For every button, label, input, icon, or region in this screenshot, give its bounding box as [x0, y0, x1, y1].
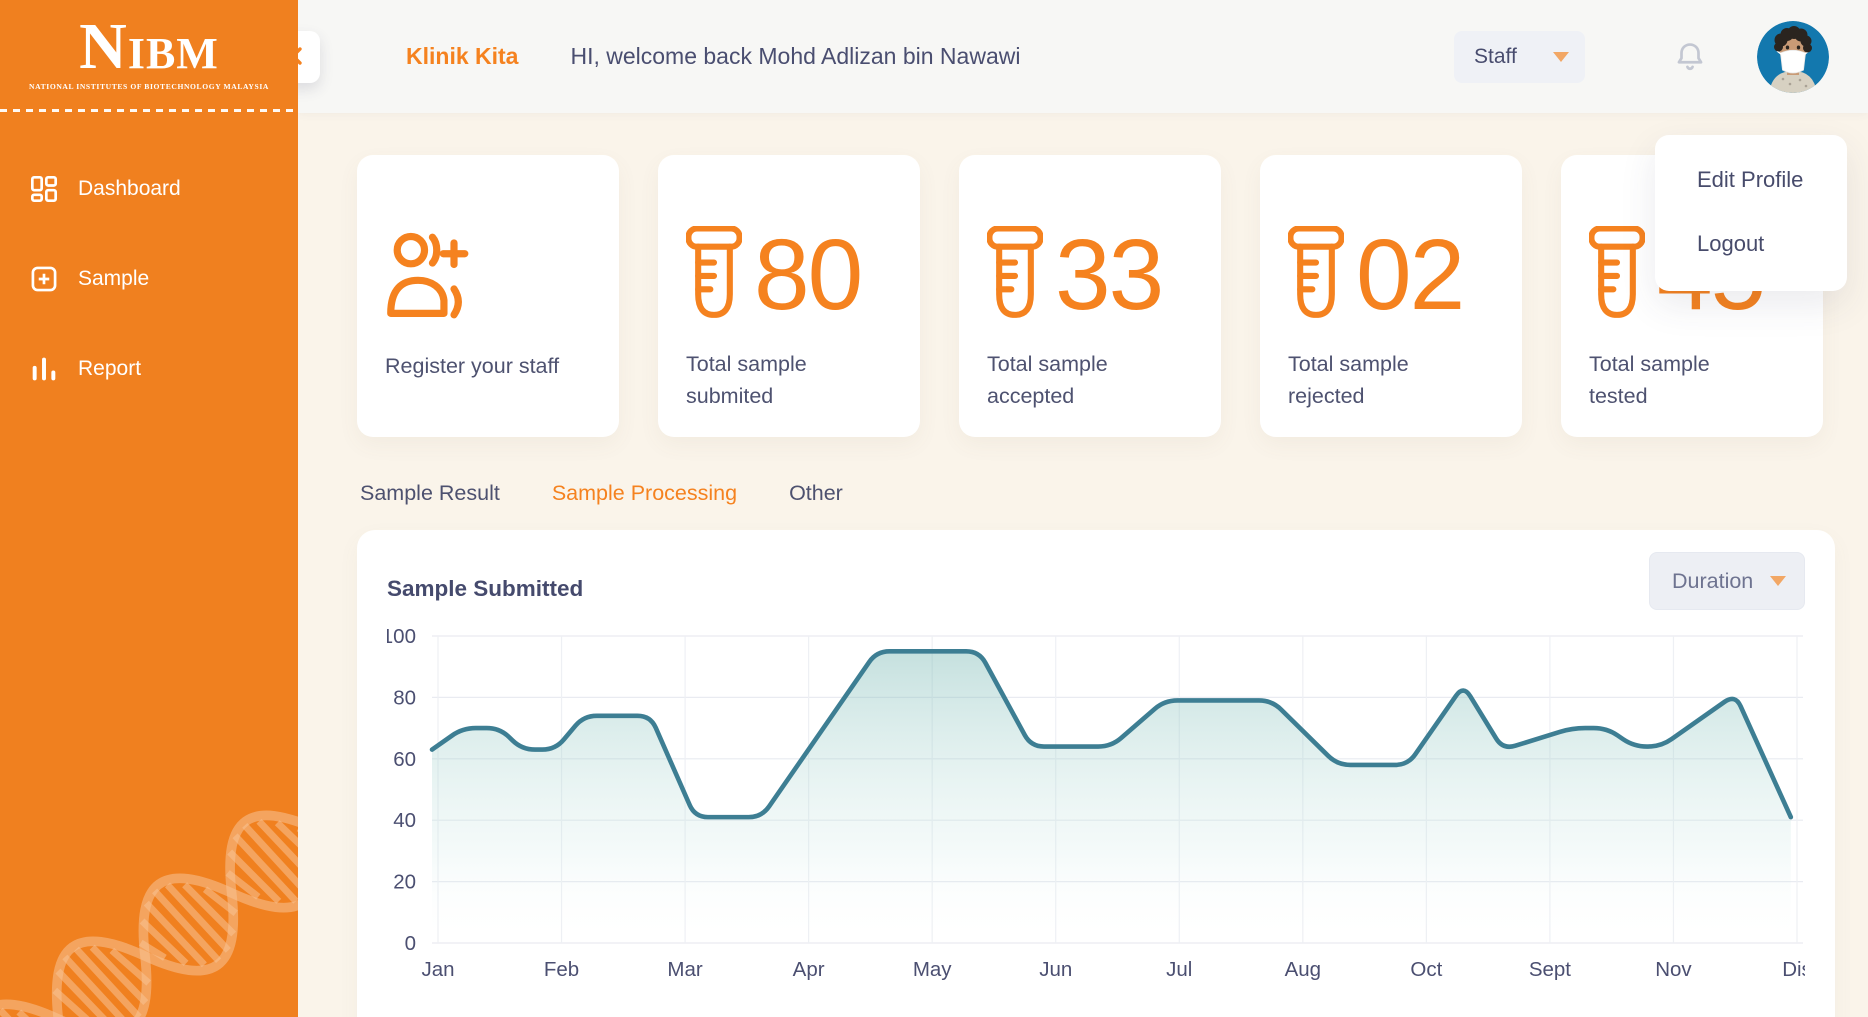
menu-item-edit-profile[interactable]: Edit Profile [1697, 167, 1847, 193]
sample-tabs: Sample Result Sample Processing Other [298, 481, 1868, 506]
sidebar-item-label: Report [78, 357, 141, 381]
stat-value: 33 [1055, 228, 1162, 323]
tab-other[interactable]: Other [789, 481, 843, 506]
svg-text:Feb: Feb [544, 958, 579, 981]
main-area: Klinik Kita HI, welcome back Mohd Adliza… [298, 0, 1868, 1017]
sidebar-item-sample[interactable]: Sample [0, 250, 298, 308]
stat-card-rejected: 02 Total sample rejected [1260, 155, 1522, 437]
sidebar-nav: Dashboard Sample Report [0, 160, 298, 398]
dashboard-grid-icon [30, 175, 58, 203]
register-staff-card[interactable]: Register your staff [357, 155, 619, 437]
test-tube-icon [987, 226, 1043, 326]
top-bar: Klinik Kita HI, welcome back Mohd Adliza… [298, 0, 1868, 113]
card-label: Total sample tested [1589, 348, 1769, 413]
sidebar-item-report[interactable]: Report [0, 340, 298, 398]
svg-text:Sept: Sept [1529, 958, 1571, 981]
svg-text:60: 60 [393, 748, 416, 771]
bell-icon [1673, 62, 1707, 77]
duration-dropdown[interactable]: Duration [1649, 552, 1805, 610]
logo-subtitle: NATIONAL INSTITUTES OF BIOTECHNOLOGY MAL… [10, 82, 288, 91]
panel-title: Sample Submitted [387, 576, 583, 602]
tab-sample-result[interactable]: Sample Result [360, 481, 500, 506]
svg-text:Oct: Oct [1410, 958, 1442, 981]
duration-label: Duration [1672, 569, 1753, 594]
svg-text:May: May [913, 958, 952, 981]
clinic-name: Klinik Kita [406, 43, 518, 70]
test-tube-icon [1288, 226, 1344, 326]
chevron-down-icon [1553, 52, 1569, 62]
svg-text:Mar: Mar [667, 958, 702, 981]
card-label: Register your staff [385, 350, 565, 382]
role-select[interactable]: Staff [1454, 31, 1585, 83]
sample-submitted-chart: 0 20 40 60 80 100 Jan Feb Mar Apr May Jun Jul Aug Oct S… [387, 628, 1805, 1000]
card-label: Total sample accepted [987, 348, 1167, 413]
svg-text:Jul: Jul [1166, 958, 1192, 981]
sidebar-item-label: Dashboard [78, 177, 181, 201]
profile-dropdown-menu: Edit Profile Logout [1655, 135, 1847, 291]
welcome-text: HI, welcome back Mohd Adlizan bin Nawawi [570, 43, 1020, 70]
svg-text:Apr: Apr [793, 958, 825, 981]
add-box-icon [30, 265, 58, 293]
sidebar-divider [0, 109, 298, 112]
nibm-logo: NIBM NATIONAL INSTITUTES OF BIOTECHNOLOG… [0, 0, 298, 91]
svg-text:Nov: Nov [1655, 958, 1692, 981]
chart-area: 0 20 40 60 80 100 Jan Feb Mar Apr May Jun Jul Aug Oct S… [387, 628, 1805, 1005]
sample-submitted-panel: Sample Submitted Duration 0 20 40 60 80 100 Ja… [357, 530, 1835, 1017]
stat-value: 80 [754, 228, 861, 323]
stats-row: Register your staff 80 Total sample subm… [298, 113, 1868, 437]
sidebar: NIBM NATIONAL INSTITUTES OF BIOTECHNOLOG… [0, 0, 298, 1017]
svg-text:20: 20 [393, 871, 416, 894]
tab-sample-processing[interactable]: Sample Processing [552, 481, 737, 506]
logo-title: NIBM [10, 14, 288, 80]
bar-chart-icon [30, 355, 58, 383]
svg-text:Jun: Jun [1039, 958, 1072, 981]
svg-text:Jan: Jan [421, 958, 454, 981]
card-label: Total sample rejected [1288, 348, 1468, 413]
stat-card-submitted: 80 Total sample submited [658, 155, 920, 437]
sidebar-item-label: Sample [78, 267, 149, 291]
card-label: Total sample submited [686, 348, 866, 413]
stat-value: 02 [1356, 228, 1463, 323]
svg-text:Dis: Dis [1782, 958, 1805, 981]
svg-text:40: 40 [393, 809, 416, 832]
user-avatar[interactable] [1757, 21, 1829, 93]
svg-text:0: 0 [405, 932, 416, 955]
test-tube-icon [1589, 226, 1645, 326]
person-add-icon [385, 230, 477, 327]
svg-text:100: 100 [387, 628, 416, 648]
role-select-value: Staff [1474, 45, 1517, 69]
chevron-down-icon [1770, 576, 1786, 586]
test-tube-icon [686, 226, 742, 326]
notification-bell-button[interactable] [1673, 40, 1707, 74]
svg-text:Aug: Aug [1285, 958, 1321, 981]
sidebar-item-dashboard[interactable]: Dashboard [0, 160, 298, 218]
dna-helix-decoration [0, 757, 298, 1017]
stat-card-accepted: 33 Total sample accepted [959, 155, 1221, 437]
svg-text:80: 80 [393, 686, 416, 709]
menu-item-logout[interactable]: Logout [1697, 231, 1847, 257]
